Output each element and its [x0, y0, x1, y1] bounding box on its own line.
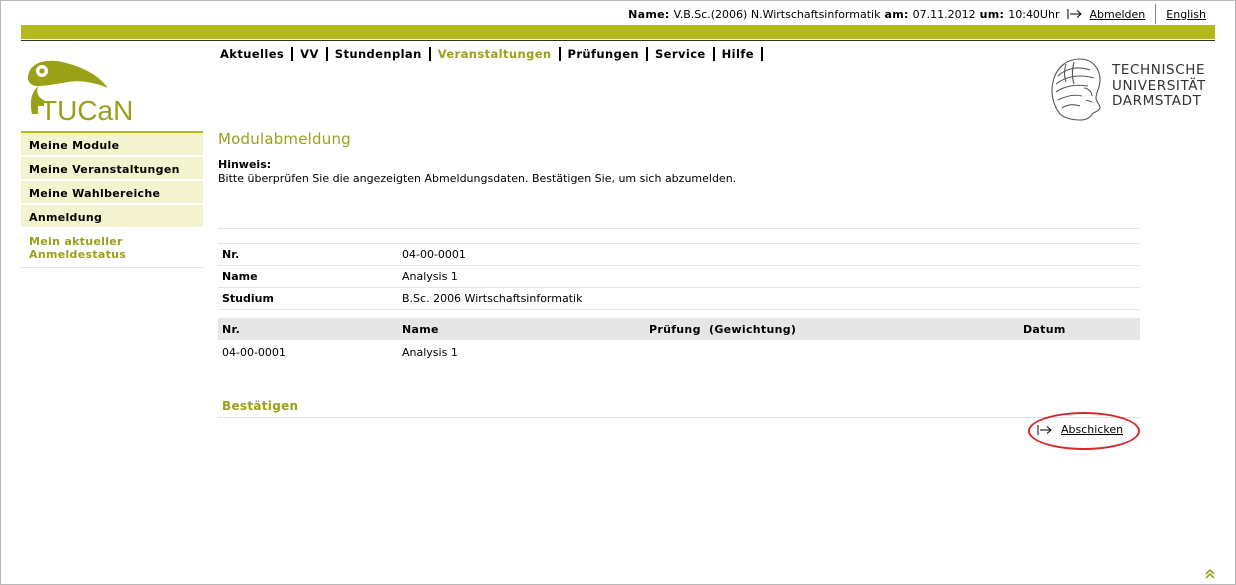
- info-value: 04-00-0001: [402, 248, 466, 261]
- sidebar: Meine Module Meine Veranstaltungen Meine…: [21, 131, 203, 268]
- name-value: V.B.Sc.(2006) N.Wirtschaftsinformatik: [673, 7, 881, 21]
- university-name: TECHNISCHE UNIVERSITÄT DARMSTADT: [1112, 62, 1206, 110]
- time-value: 10:40Uhr: [1008, 7, 1060, 21]
- table-row: 04-00-0001 Analysis 1: [218, 341, 1140, 363]
- arrow-right-icon: [1037, 424, 1052, 435]
- logout-link-label[interactable]: Abmelden: [1089, 8, 1145, 21]
- tucan-logo[interactable]: TUCaN: [22, 56, 152, 126]
- name-label: Name:: [628, 7, 670, 21]
- nav-link-service[interactable]: Service: [655, 47, 706, 61]
- arrow-right-icon: [1067, 9, 1083, 19]
- section-divider: [218, 228, 1140, 229]
- date-label: am:: [884, 7, 909, 21]
- sidebar-item-meine-veranstaltungen[interactable]: Meine Veranstaltungen: [21, 157, 203, 181]
- tucan-logo-text: TUCaN: [40, 95, 133, 124]
- tucan-logo-graphic: TUCaN: [28, 60, 133, 126]
- university-name-line: UNIVERSITÄT: [1112, 77, 1206, 94]
- user-info-bar: Name: V.B.Sc.(2006) N.Wirtschaftsinforma…: [628, 4, 1236, 24]
- submit-area: Abschicken: [1028, 412, 1140, 450]
- column-header-nr: Nr.: [222, 322, 241, 336]
- main-content: Modulabmeldung Hinweis: Bitte überprüfen…: [218, 130, 1140, 450]
- nav-separator: [558, 47, 561, 61]
- language-link[interactable]: English: [1166, 8, 1206, 21]
- sidebar-item-anmeldestatus[interactable]: Mein aktueller Anmeldestatus: [21, 229, 203, 268]
- info-row-studium: Studium B.Sc. 2006 Wirtschaftsinformatik: [218, 288, 1140, 310]
- table-header: Nr. Name Prüfung (Gewichtung) Datum: [218, 318, 1140, 340]
- info-key: Nr.: [222, 248, 240, 261]
- page-title: Modulabmeldung: [218, 130, 351, 148]
- nav-separator: [428, 47, 431, 61]
- nav-item-aktuelles: Aktuelles: [220, 47, 300, 61]
- header-rule: [21, 40, 1215, 41]
- main-navigation: Aktuelles VV Stundenplan Veranstaltungen…: [220, 47, 770, 61]
- column-header-pruefung: Prüfung (Gewichtung): [649, 322, 797, 336]
- nav-separator: [325, 47, 328, 61]
- university-name-line: DARMSTADT: [1112, 93, 1202, 109]
- sidebar-item-meine-wahlbereiche[interactable]: Meine Wahlbereiche: [21, 181, 203, 205]
- header-accent-bar: [21, 25, 1215, 39]
- section-divider: [218, 417, 1140, 418]
- nav-item-veranstaltungen: Veranstaltungen: [438, 47, 568, 61]
- nav-item-pruefungen: Prüfungen: [568, 47, 655, 61]
- nav-separator: [646, 47, 648, 61]
- header-divider: [1155, 4, 1157, 24]
- nav-separator: [291, 47, 294, 61]
- nav-link-hilfe[interactable]: Hilfe: [722, 47, 754, 61]
- university-name-line: TECHNISCHE: [1112, 62, 1206, 78]
- info-row-name: Name Analysis 1: [218, 266, 1140, 288]
- nav-link-pruefungen[interactable]: Prüfungen: [568, 47, 639, 61]
- hint-text: Bitte überprüfen Sie die angezeigten Abm…: [218, 172, 737, 185]
- double-chevron-up-icon[interactable]: [1204, 568, 1216, 580]
- confirm-section-title: Bestätigen: [222, 399, 299, 413]
- column-header-name: Name: [402, 322, 439, 336]
- nav-link-stundenplan[interactable]: Stundenplan: [335, 47, 422, 61]
- submit-button-label[interactable]: Abschicken: [1061, 423, 1123, 436]
- nav-separator: [760, 47, 763, 61]
- column-header-datum: Datum: [1023, 322, 1066, 336]
- hint-label: Hinweis:: [218, 158, 272, 171]
- info-row-nr: Nr. 04-00-0001: [218, 244, 1140, 266]
- info-key: Studium: [222, 292, 274, 305]
- sidebar-item-meine-module[interactable]: Meine Module: [21, 133, 203, 157]
- info-value: B.Sc. 2006 Wirtschaftsinformatik: [402, 292, 583, 305]
- table-cell-nr: 04-00-0001: [222, 345, 286, 359]
- nav-item-stundenplan: Stundenplan: [335, 47, 438, 61]
- logout-link[interactable]: Abmelden: [1067, 8, 1145, 21]
- info-key: Name: [222, 270, 258, 283]
- sidebar-item-anmeldung[interactable]: Anmeldung: [21, 205, 203, 229]
- info-value: Analysis 1: [402, 270, 458, 283]
- nav-item-hilfe: Hilfe: [722, 47, 770, 61]
- nav-link-aktuelles[interactable]: Aktuelles: [220, 47, 284, 61]
- date-value: 07.11.2012: [912, 7, 976, 21]
- time-label: um:: [979, 7, 1005, 21]
- nav-item-vv: VV: [300, 47, 335, 61]
- nav-item-service: Service: [655, 47, 722, 61]
- nav-separator: [712, 47, 715, 61]
- submit-button[interactable]: Abschicken: [1037, 423, 1123, 436]
- nav-link-veranstaltungen[interactable]: Veranstaltungen: [438, 47, 552, 61]
- nav-link-vv[interactable]: VV: [300, 47, 319, 61]
- table-cell-name: Analysis 1: [402, 345, 458, 359]
- athena-head-icon: [1051, 58, 1101, 121]
